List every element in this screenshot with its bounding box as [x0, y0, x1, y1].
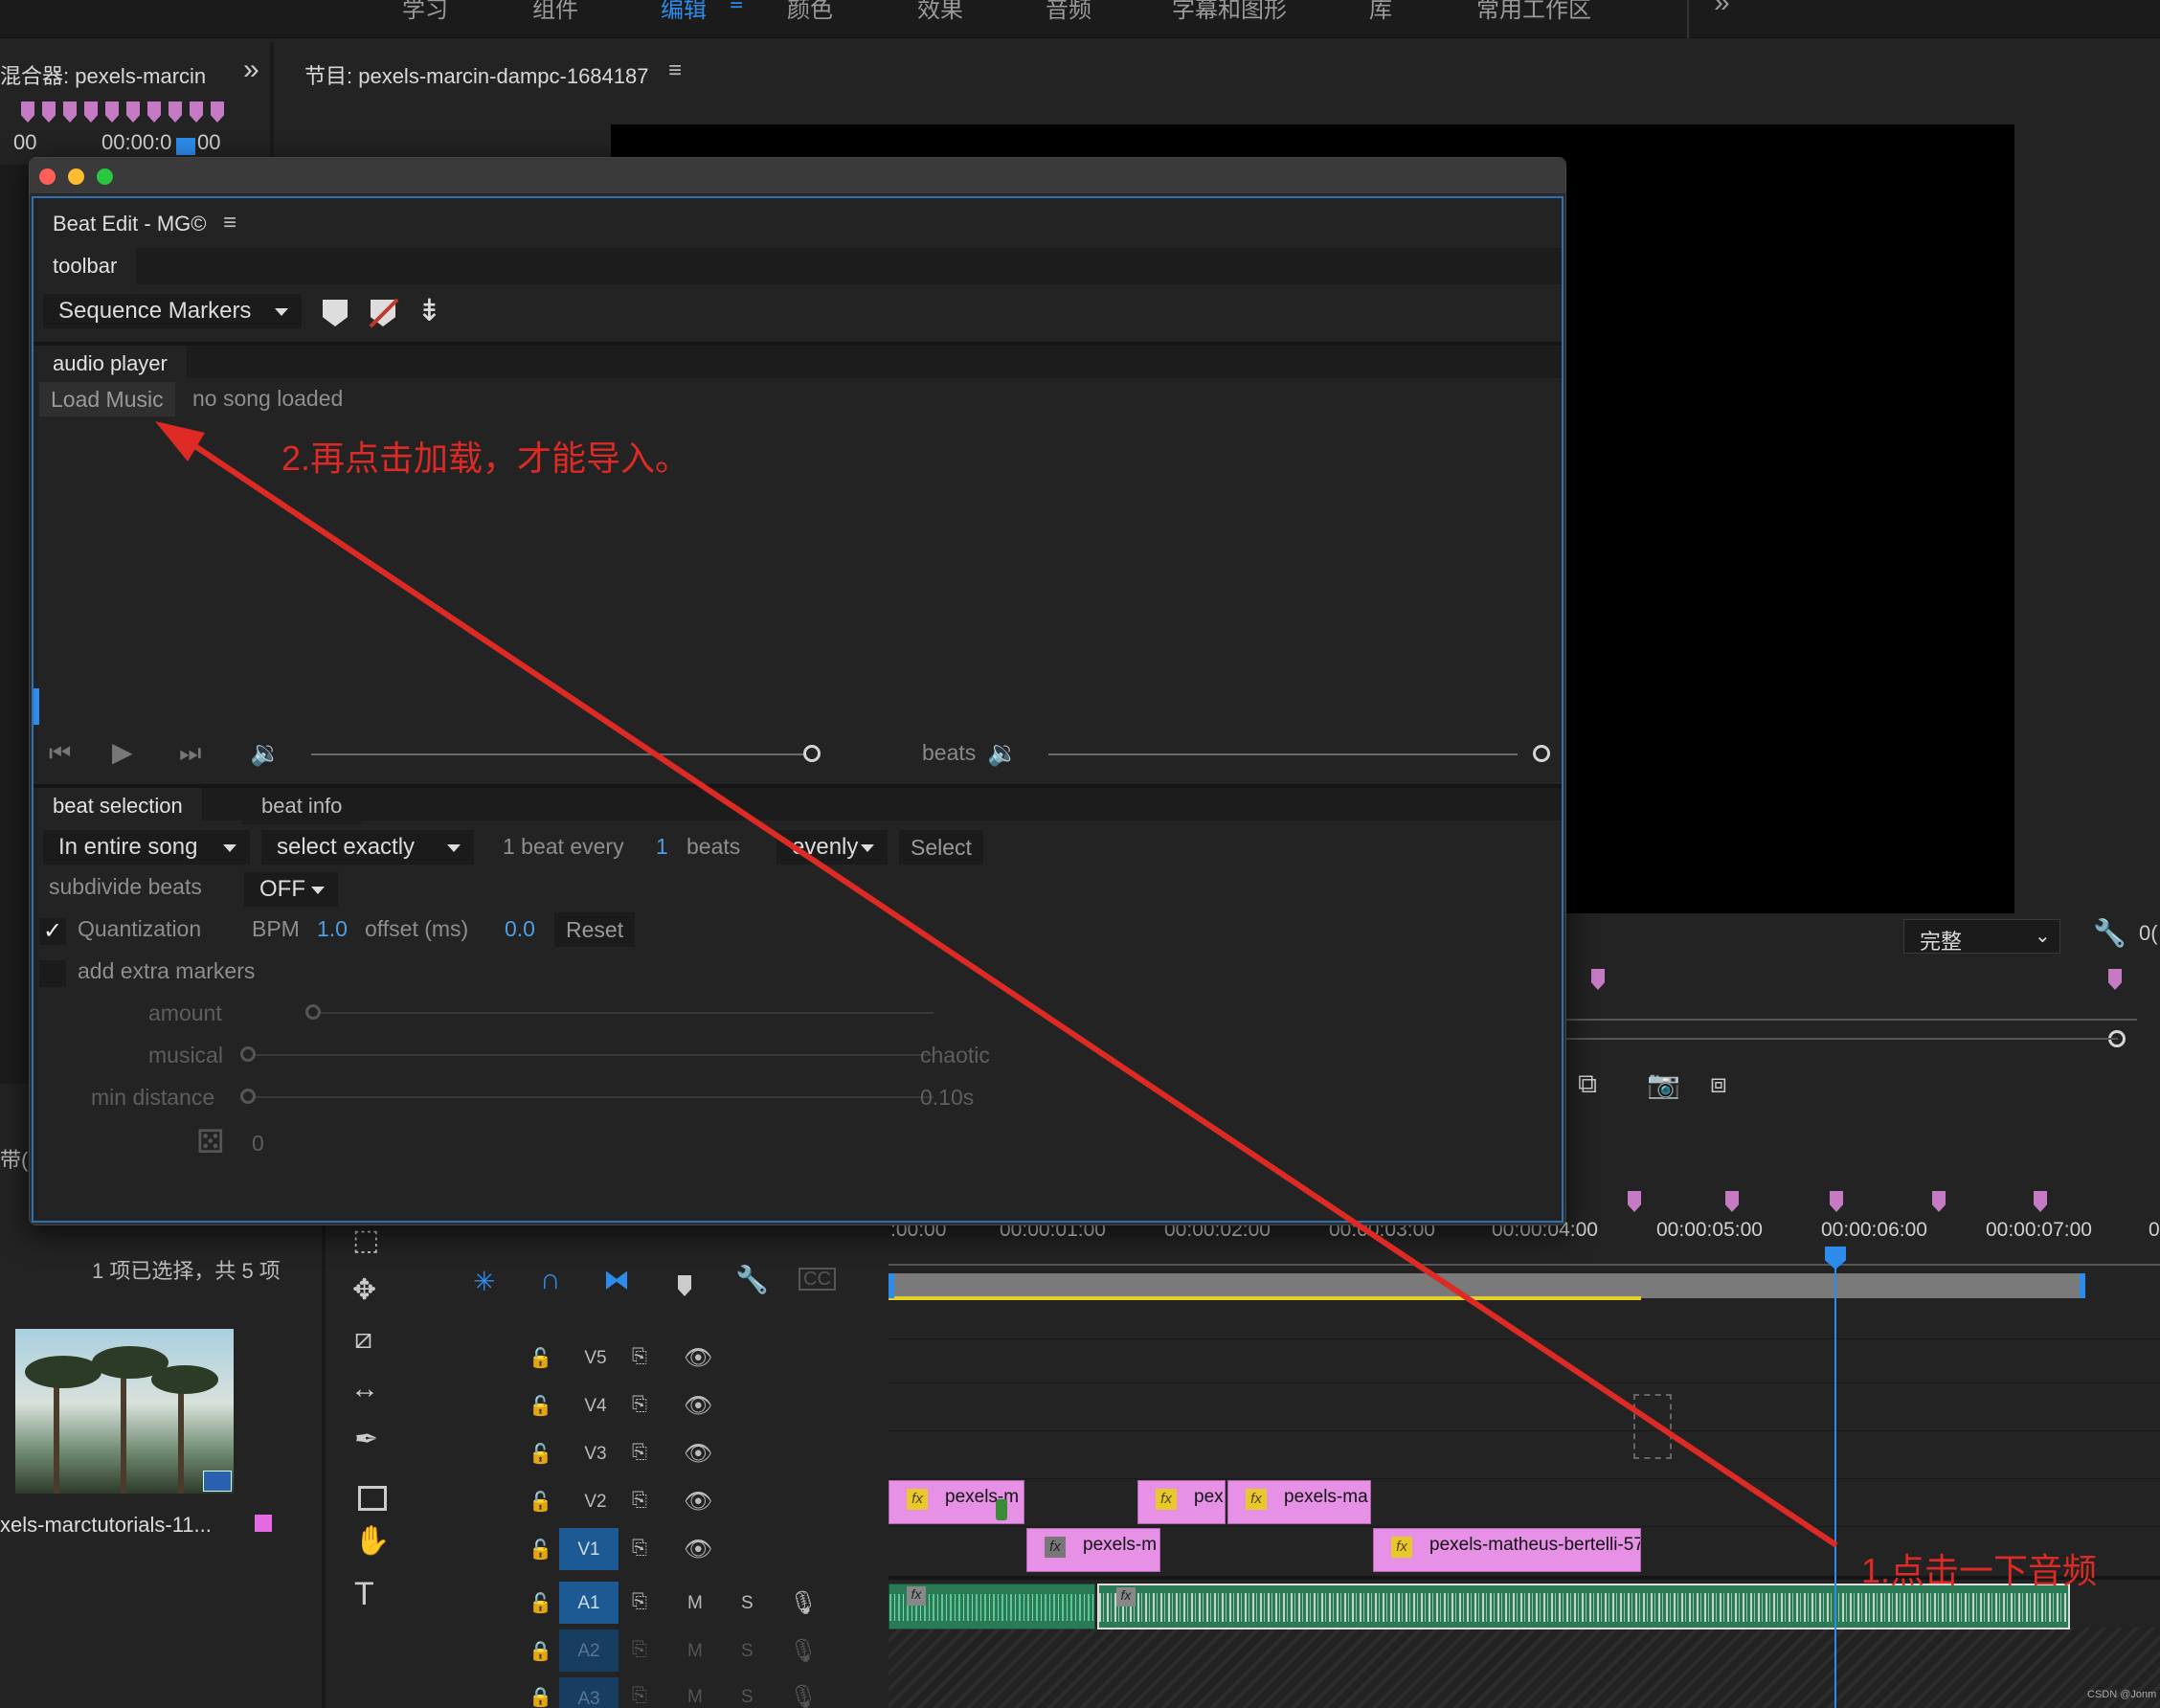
watermark: CSDN @Jonm [2087, 1689, 2157, 1700]
annotation-arrowhead [155, 421, 205, 461]
app-window: 学习 组件 编辑 ≡ 颜色 效果 音频 字幕和图形 库 常用工作区 » 混合器:… [0, 0, 2160, 1708]
annotation-arrows [155, 421, 1838, 1548]
annotation-step2: 2.再点击加载，才能导入。 [281, 438, 690, 478]
annotation-arrow-line [170, 428, 1838, 1548]
annotation-step1: 1.点击一下音频 [1861, 1551, 2098, 1590]
